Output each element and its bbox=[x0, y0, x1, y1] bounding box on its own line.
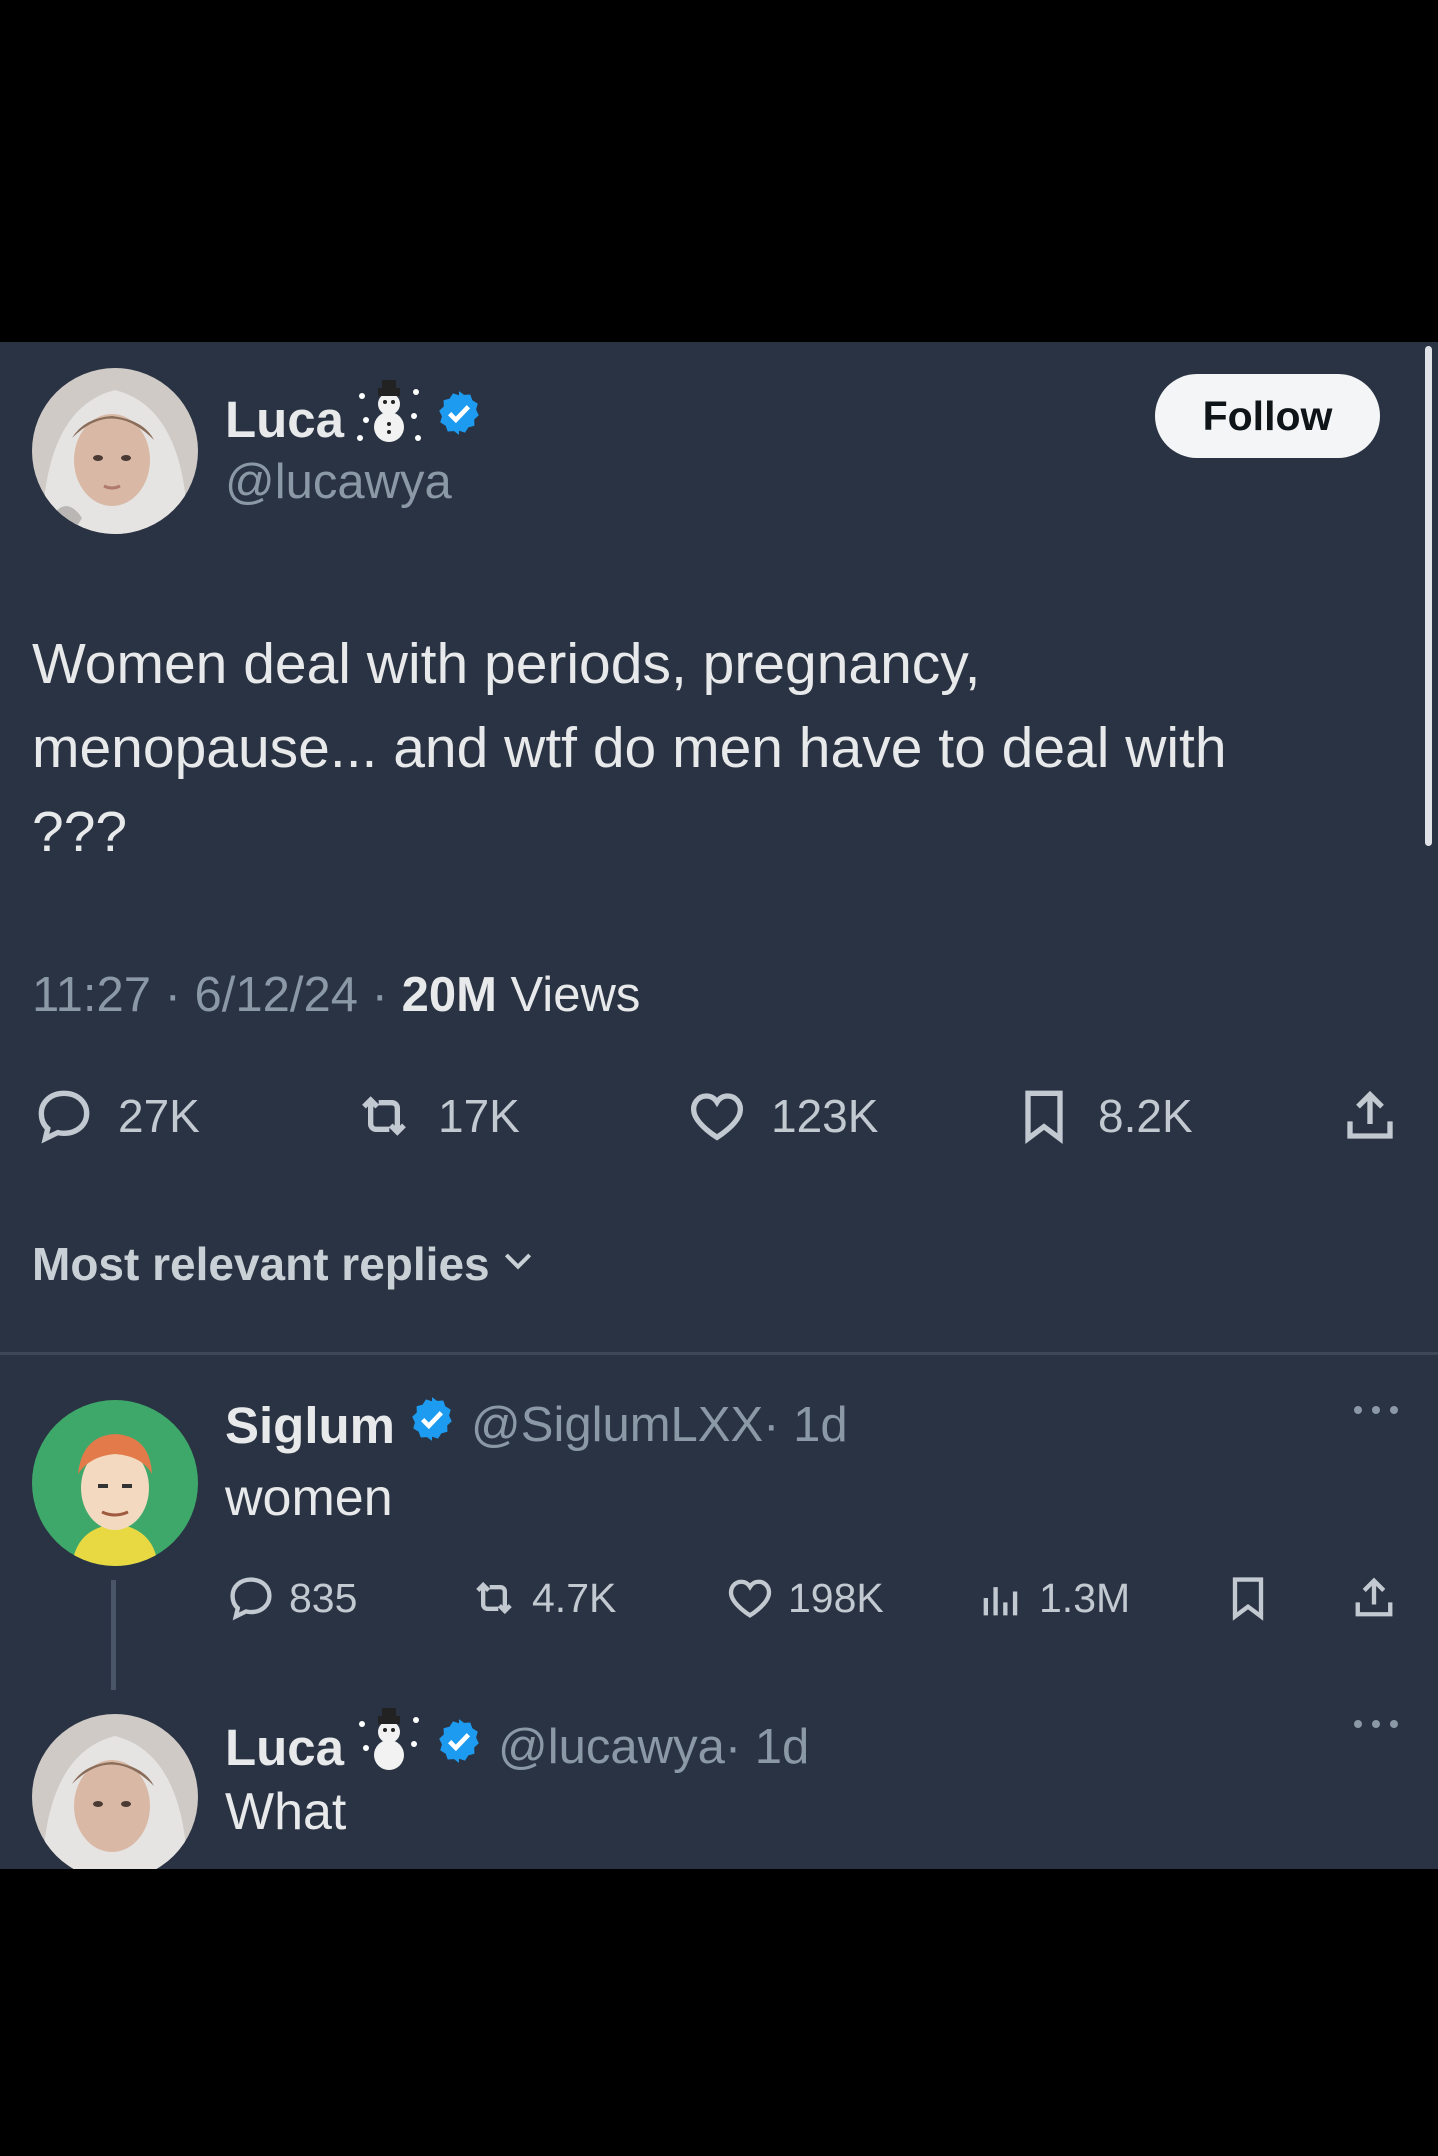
snowman-emoji-icon bbox=[356, 1708, 422, 1786]
reply2-text: What bbox=[225, 1783, 347, 1841]
scrollbar[interactable] bbox=[1425, 346, 1432, 846]
reply1-reply-button[interactable]: 835 bbox=[225, 1572, 357, 1624]
reply1-author-name[interactable]: Siglum bbox=[225, 1396, 395, 1455]
verified-badge-icon bbox=[407, 1394, 457, 1456]
author-handle[interactable]: @lucawya bbox=[225, 454, 452, 510]
reply1-share-button[interactable] bbox=[1348, 1572, 1400, 1624]
reply1-handle[interactable]: @SiglumLXX bbox=[471, 1397, 763, 1453]
author-name-row[interactable]: Luca bbox=[225, 380, 484, 458]
like-icon bbox=[724, 1572, 776, 1624]
reply-count: 27K bbox=[118, 1090, 200, 1142]
views-label: Views bbox=[496, 968, 641, 1022]
reply2-author-name[interactable]: Luca bbox=[225, 1718, 344, 1777]
reply1-more-button[interactable] bbox=[1348, 1390, 1404, 1440]
repost-icon bbox=[468, 1572, 520, 1624]
bookmark-icon bbox=[1012, 1084, 1076, 1148]
reply1-like-count: 198K bbox=[788, 1574, 884, 1621]
chevron-down-icon bbox=[498, 1237, 538, 1291]
reply2-more-button[interactable] bbox=[1348, 1704, 1404, 1754]
reply1-avatar[interactable] bbox=[32, 1400, 198, 1566]
author-name[interactable]: Luca bbox=[225, 390, 344, 449]
tweet-meta: 11:27 · 6/12/24 · 20M Views bbox=[32, 967, 640, 1023]
share-button[interactable] bbox=[1338, 1084, 1402, 1148]
like-icon bbox=[685, 1084, 749, 1148]
reply-button[interactable]: 27K bbox=[32, 1084, 200, 1148]
reply1-reply-count: 835 bbox=[289, 1574, 358, 1621]
replies-sort-dropdown[interactable]: Most relevant replies bbox=[32, 1237, 538, 1291]
reply1-bookmark-button[interactable] bbox=[1222, 1572, 1274, 1624]
reply1-views-button[interactable]: 1.3M bbox=[975, 1572, 1130, 1624]
follow-button[interactable]: Follow bbox=[1155, 374, 1380, 458]
thread-connector-line bbox=[111, 1580, 116, 1690]
views-icon bbox=[975, 1572, 1027, 1624]
reply1-repost-count: 4.7K bbox=[532, 1574, 617, 1621]
verified-badge-icon bbox=[434, 1716, 484, 1778]
reply1-like-button[interactable]: 198K bbox=[724, 1572, 884, 1624]
share-icon bbox=[1338, 1084, 1402, 1148]
repost-count: 17K bbox=[438, 1090, 520, 1142]
bookmark-icon bbox=[1222, 1572, 1274, 1624]
author-avatar[interactable] bbox=[32, 368, 198, 534]
reply2-header-row[interactable]: Luca @lucawya · 1d bbox=[225, 1708, 809, 1786]
reply2-age: · 1d bbox=[724, 1720, 810, 1774]
reply1-repost-button[interactable]: 4.7K bbox=[468, 1572, 616, 1624]
reply1-text: women bbox=[225, 1469, 393, 1527]
reply-icon bbox=[32, 1084, 96, 1148]
repost-icon bbox=[352, 1084, 416, 1148]
reply-icon bbox=[225, 1572, 277, 1624]
reply1-header-row[interactable]: Siglum @SiglumLXX · 1d bbox=[225, 1394, 848, 1456]
like-button[interactable]: 123K bbox=[685, 1084, 878, 1148]
tweet-timestamp[interactable]: 11:27 · 6/12/24 · bbox=[32, 968, 402, 1022]
reply2-avatar[interactable] bbox=[32, 1714, 198, 1869]
repost-button[interactable]: 17K bbox=[352, 1084, 520, 1148]
like-count: 123K bbox=[771, 1090, 879, 1142]
bookmark-count: 8.2K bbox=[1098, 1090, 1193, 1142]
reply1-age: · 1d bbox=[763, 1398, 848, 1452]
snowman-emoji-icon bbox=[356, 380, 422, 458]
verified-badge-icon bbox=[434, 388, 484, 450]
divider bbox=[0, 1352, 1438, 1355]
reply1-views-count: 1.3M bbox=[1039, 1574, 1131, 1621]
views-count: 20M bbox=[401, 968, 497, 1022]
replies-sort-label: Most relevant replies bbox=[32, 1238, 490, 1290]
share-icon bbox=[1348, 1572, 1400, 1624]
tweet-screen: Luca @lucawya Follow Women deal with per… bbox=[0, 342, 1438, 1869]
tweet-text: Women deal with periods, pregnancy, meno… bbox=[32, 632, 1227, 864]
bookmark-button[interactable]: 8.2K bbox=[1012, 1084, 1193, 1148]
reply2-handle[interactable]: @lucawya bbox=[498, 1719, 725, 1775]
